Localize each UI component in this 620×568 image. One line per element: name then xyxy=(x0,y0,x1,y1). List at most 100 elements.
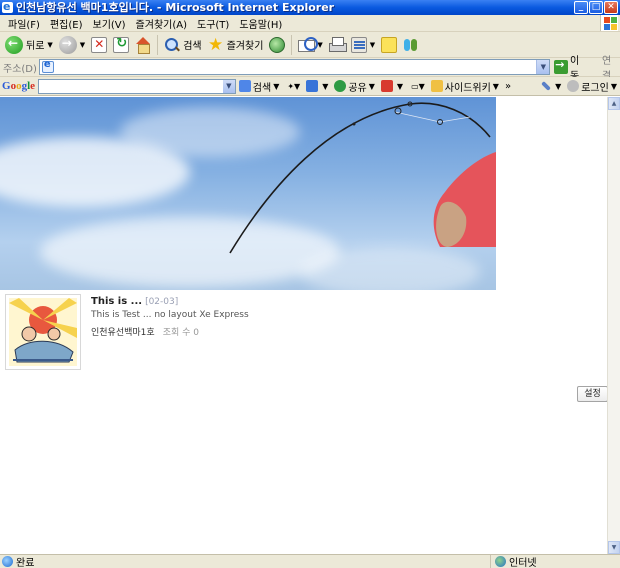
views-label: 조회 수 xyxy=(162,328,191,338)
google-search-dropdown-icon[interactable]: ▼ xyxy=(222,79,235,93)
back-button[interactable]: 뒤로 ▼ xyxy=(2,34,56,56)
google-bookmark-button[interactable]: ▼ xyxy=(303,80,331,92)
google-search-dropdown-icon[interactable]: ▼ xyxy=(273,82,279,91)
discuss-button[interactable] xyxy=(378,34,400,56)
stop-button[interactable] xyxy=(88,34,110,56)
google-extra-dropdown-icon[interactable]: ✦▼ xyxy=(287,82,300,91)
address-dropdown-icon[interactable]: ▼ xyxy=(536,60,550,74)
internet-zone-icon xyxy=(495,556,506,567)
print-icon xyxy=(328,36,347,53)
edit-dropdown-icon[interactable]: ▼ xyxy=(370,41,375,49)
post-thumbnail[interactable] xyxy=(5,294,81,370)
settings-button[interactable]: 설정 xyxy=(577,386,607,402)
bookmark-plus-icon xyxy=(306,80,319,92)
login-dropdown-icon[interactable]: ▼ xyxy=(611,82,617,91)
google-search-button[interactable]: 검색 ▼ xyxy=(236,79,283,94)
window-title: 인천남항유선 백마1호입니다. - Microsoft Internet Exp… xyxy=(16,1,335,14)
share-icon xyxy=(334,80,347,92)
go-arrow-icon xyxy=(554,58,568,74)
messenger-button[interactable] xyxy=(400,34,422,56)
login-label: 로그인 xyxy=(581,82,609,94)
edit-icon xyxy=(350,36,367,53)
google-search-icon xyxy=(238,80,251,92)
page-content: This is ... [02-03] This is Test ... no l… xyxy=(0,97,607,554)
google-more-button[interactable]: » xyxy=(502,81,514,92)
google-highlight-button[interactable]: ▭▼ xyxy=(406,82,428,91)
hero-fishing-image xyxy=(0,97,496,290)
google-logo[interactable]: Google xyxy=(0,80,38,92)
post-date: [02-03] xyxy=(145,297,179,307)
media-button[interactable] xyxy=(266,34,288,56)
menu-tools[interactable]: 도구(T) xyxy=(192,16,234,31)
google-toolbar: Google ▼ 검색 ▼ ✦▼ ▼ 공유 ▼ ▼ ▭▼ 사이드위키 ▼ » ▼… xyxy=(0,77,620,96)
windows-logo-icon xyxy=(600,15,618,31)
google-settings-button[interactable]: ▼ xyxy=(538,81,564,91)
home-icon xyxy=(135,36,151,54)
google-sidewiki-button[interactable]: 사이드위키 ▼ xyxy=(428,79,502,94)
login-icon xyxy=(567,80,580,92)
favorites-star-icon: ★ xyxy=(207,34,224,55)
menu-help[interactable]: 도움말(H) xyxy=(234,16,287,31)
menu-favorites[interactable]: 즐겨찾기(A) xyxy=(131,16,192,31)
sidewiki-dropdown-icon[interactable]: ▼ xyxy=(493,82,499,91)
post-summary: This is Test ... no layout Xe Express xyxy=(91,310,249,320)
zone-label: 인터넷 xyxy=(509,558,537,568)
scroll-down-icon[interactable]: ▼ xyxy=(608,541,620,554)
menu-file[interactable]: 파일(F) xyxy=(3,16,45,31)
post-meta: 인천유선백마1호 조회 수 0 xyxy=(91,325,199,338)
highlight-icon: ▭▼ xyxy=(411,81,425,91)
post-title[interactable]: This is ... [02-03] xyxy=(91,296,178,307)
thumbnail-illustration xyxy=(9,298,77,366)
status-text: 완료 xyxy=(16,558,35,568)
back-dropdown-icon[interactable]: ▼ xyxy=(47,41,52,49)
sidewiki-label: 사이드위키 xyxy=(444,82,491,94)
address-field[interactable]: ▼ xyxy=(38,59,551,75)
forward-button[interactable]: ▼ xyxy=(56,34,88,56)
security-zone: 인터넷 xyxy=(490,555,620,568)
share-label: 공유 xyxy=(348,82,367,94)
google-login-button[interactable]: 로그인 ▼ xyxy=(564,79,620,94)
mail-button[interactable]: ▼ xyxy=(295,34,325,56)
scroll-up-icon[interactable]: ▲ xyxy=(608,97,620,110)
sidewiki-icon xyxy=(430,80,443,92)
messenger-icon xyxy=(403,37,419,53)
share-dropdown-icon[interactable]: ▼ xyxy=(369,82,375,91)
google-extra-button[interactable]: ✦▼ xyxy=(282,82,303,91)
close-button[interactable]: ✕ xyxy=(604,1,618,14)
post-title-text[interactable]: This is ... xyxy=(91,296,142,307)
settings-dropdown-icon[interactable]: ▼ xyxy=(555,82,561,91)
menu-view[interactable]: 보기(V) xyxy=(88,16,131,31)
search-icon xyxy=(164,37,180,53)
edit-button[interactable]: ▼ xyxy=(348,34,378,56)
address-bar: 주소(D) ▼ 이동 연결 xyxy=(0,56,620,82)
forward-dropdown-icon[interactable]: ▼ xyxy=(80,41,85,49)
status-bar: 완료 인터넷 xyxy=(0,554,620,568)
favorites-button[interactable]: ★ 즐겨찾기 xyxy=(205,34,267,56)
window-title-bar: 인천남항유선 백마1호입니다. - Microsoft Internet Exp… xyxy=(0,0,620,15)
home-button[interactable] xyxy=(132,34,154,56)
minimize-button[interactable]: _ xyxy=(574,1,588,14)
menu-edit[interactable]: 편집(E) xyxy=(45,16,88,31)
google-share-button[interactable]: 공유 ▼ xyxy=(331,79,378,94)
forward-icon xyxy=(58,35,77,54)
maximize-button[interactable]: □ xyxy=(589,1,603,14)
google-search-input[interactable]: ▼ xyxy=(38,78,236,94)
mail-dropdown-icon[interactable]: ▼ xyxy=(317,41,322,49)
discuss-icon xyxy=(381,36,398,53)
refresh-icon xyxy=(113,36,130,53)
print-button[interactable] xyxy=(326,34,348,56)
page-icon xyxy=(41,59,54,73)
post-author[interactable]: 인천유선백마1호 xyxy=(91,328,155,338)
toolbar-separator xyxy=(291,34,293,55)
google-spellcheck-button[interactable]: ▼ xyxy=(378,80,406,92)
bookmark-dropdown-icon[interactable]: ▼ xyxy=(322,82,328,91)
search-button[interactable]: 검색 xyxy=(161,34,204,56)
views-count: 0 xyxy=(193,328,199,338)
spellcheck-icon xyxy=(380,80,393,92)
address-input[interactable] xyxy=(53,60,537,74)
post-item[interactable]: This is ... [02-03] This is Test ... no l… xyxy=(5,294,595,370)
spellcheck-dropdown-icon[interactable]: ▼ xyxy=(397,82,403,91)
refresh-button[interactable] xyxy=(110,34,132,56)
vertical-scrollbar[interactable]: ▲ ▼ xyxy=(607,97,620,554)
media-icon xyxy=(269,36,286,53)
